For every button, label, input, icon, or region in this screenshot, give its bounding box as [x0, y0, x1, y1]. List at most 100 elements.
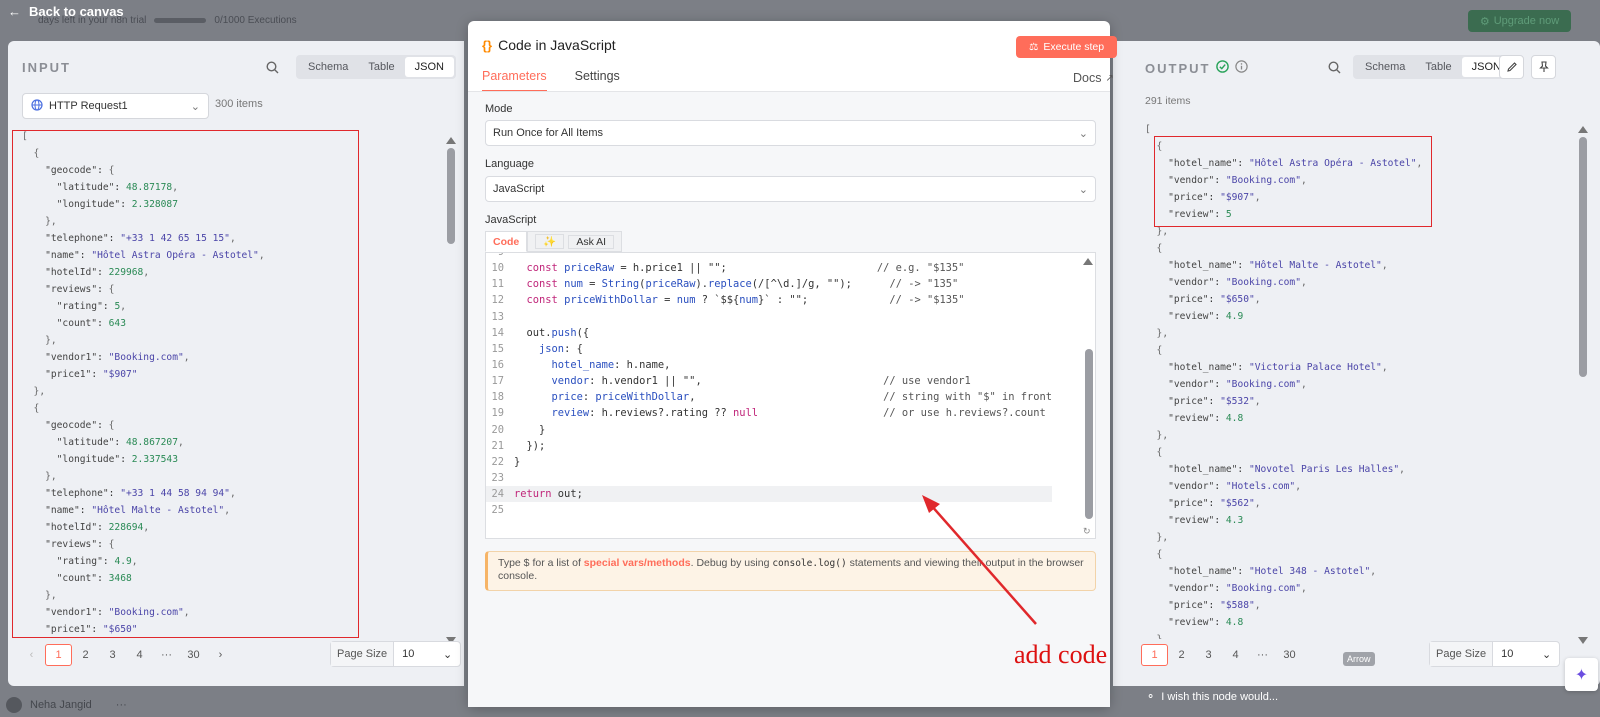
input-page-1[interactable]: 1 — [45, 644, 72, 666]
line-number: 23 — [491, 471, 504, 484]
input-json-line: { — [22, 148, 40, 159]
input-page-4[interactable]: 4 — [126, 644, 153, 666]
mode-label: Mode — [485, 103, 513, 115]
input-page-ellipsis[interactable]: ··· — [153, 644, 180, 666]
scroll-up-arrow[interactable] — [1578, 126, 1588, 133]
input-json-line: "price1": "$907" — [45, 369, 138, 380]
output-view-schema[interactable]: Schema — [1355, 57, 1415, 77]
output-scrollbar[interactable] — [1579, 137, 1587, 627]
output-json-line: "hotel_name": "Hotel 348 - Astotel", — [1168, 566, 1377, 577]
hint-code: console.log() — [772, 558, 847, 569]
pin-output-button[interactable] — [1531, 55, 1556, 79]
gift-icon: ⚙ — [1479, 15, 1490, 28]
page-size-value-wrap: 10 ⌄ — [394, 648, 460, 661]
input-page-2[interactable]: 2 — [72, 644, 99, 666]
code-line[interactable]: 13 — [486, 309, 1052, 325]
upgrade-button[interactable]: ⚙ Upgrade now — [1468, 10, 1571, 32]
feedback-link[interactable]: ⚬ I wish this node would... — [1146, 690, 1278, 704]
input-view-json[interactable]: JSON — [404, 57, 454, 77]
info-icon[interactable] — [1235, 60, 1249, 76]
mode-select[interactable]: Run Once for All Items ⌄ — [485, 120, 1096, 146]
pencil-icon — [1506, 62, 1517, 72]
input-json-line: }, — [22, 386, 46, 397]
code-line[interactable]: 10 const priceRaw = h.price1 || ""; // e… — [486, 260, 1052, 276]
user-menu[interactable]: Neha Jangid ··· — [6, 697, 127, 713]
input-page-3[interactable]: 3 — [99, 644, 126, 666]
code-line[interactable]: 18 price: priceWithDollar, // string wit… — [486, 389, 1052, 405]
input-view-schema[interactable]: Schema — [298, 57, 358, 77]
edit-output-button[interactable] — [1499, 55, 1524, 79]
code-line[interactable]: 15 json: { — [486, 341, 1052, 357]
output-page-1[interactable]: 1 — [1141, 644, 1168, 666]
input-json-line: "price1": "$650" — [45, 624, 138, 635]
language-select[interactable]: JavaScript ⌄ — [485, 176, 1096, 202]
code-tab[interactable]: Code — [485, 231, 528, 252]
special-vars-link[interactable]: special vars/methods — [584, 557, 691, 569]
code-line[interactable]: 12 const priceWithDollar = num ? `$${num… — [486, 292, 1052, 308]
ai-assistant-button[interactable]: ✦ — [1565, 658, 1598, 691]
code-line[interactable]: 16 hotel_name: h.name, — [486, 357, 1052, 373]
code-lines[interactable]: 9 10 const priceRaw = h.price1 || ""; // … — [486, 253, 1053, 518]
scroll-up-arrow[interactable] — [446, 137, 456, 144]
output-json-line: "hotel_name": "Victoria Palace Hotel", — [1168, 362, 1388, 373]
code-editor[interactable]: 9 10 const priceRaw = h.price1 || ""; // … — [485, 252, 1096, 539]
next-page-icon[interactable]: › — [207, 644, 234, 666]
output-page-size[interactable]: Page Size 10 ⌄ — [1429, 641, 1561, 667]
code-line[interactable]: 17 vendor: h.vendor1 || "", // use vendo… — [486, 373, 1052, 389]
input-view-table[interactable]: Table — [358, 57, 404, 77]
input-node-selector[interactable]: HTTP Request1 ⌄ — [22, 93, 209, 119]
editor-scroll-thumb[interactable] — [1085, 349, 1093, 519]
execute-step-button[interactable]: ⚖ Execute step — [1016, 36, 1117, 58]
code-line[interactable]: 21 }); — [486, 438, 1052, 454]
input-json-line: { — [22, 403, 40, 414]
editor-scrollbar[interactable] — [1085, 349, 1093, 519]
output-view-table[interactable]: Table — [1415, 57, 1461, 77]
input-view-toggle: Schema Table JSON — [296, 55, 456, 79]
code-line[interactable]: 9 — [486, 253, 1052, 260]
output-panel-header: OUTPUT — [1145, 60, 1249, 76]
input-json-line: "rating": 5, — [56, 301, 126, 312]
resize-handle-icon[interactable]: ↻ — [1083, 526, 1091, 537]
input-json-line: "telephone": "+33 1 44 58 94 94", — [45, 488, 236, 499]
code-line[interactable]: 25 — [486, 502, 1052, 518]
input-node-name: HTTP Request1 — [49, 100, 128, 112]
search-icon[interactable] — [264, 59, 280, 75]
node-title[interactable]: Code in JavaScript — [498, 37, 616, 53]
output-json-line: }, — [1145, 328, 1169, 339]
code-line[interactable]: 20 } — [486, 422, 1052, 438]
back-to-canvas-button[interactable]: ← Back to canvas — [8, 4, 124, 19]
tab-parameters[interactable]: Parameters — [482, 69, 547, 92]
code-line[interactable]: 24 return out; — [486, 486, 1053, 503]
output-scroll-thumb[interactable] — [1579, 137, 1587, 377]
input-page-30[interactable]: 30 — [180, 644, 207, 666]
output-page-2[interactable]: 2 — [1168, 644, 1195, 666]
output-page-30[interactable]: 30 — [1276, 644, 1303, 666]
code-line[interactable]: 14 out.push({ — [486, 325, 1052, 341]
line-number: 18 — [491, 391, 504, 404]
output-page-3[interactable]: 3 — [1195, 644, 1222, 666]
input-json-line: "hotelId": 229968, — [45, 267, 150, 278]
ask-ai-label: Ask AI — [568, 234, 615, 249]
prev-page-icon[interactable]: ‹ — [18, 644, 45, 666]
input-page-size[interactable]: Page Size 10 ⌄ — [330, 641, 462, 667]
input-scroll-thumb[interactable] — [447, 148, 455, 244]
output-page-4[interactable]: 4 — [1222, 644, 1249, 666]
output-json-view: [ { "hotel_name": "Hôtel Astra Opéra - A… — [1145, 121, 1555, 639]
code-line[interactable]: 19 review: h.reviews?.rating ?? null // … — [486, 405, 1052, 421]
code-line[interactable]: 23 — [486, 470, 1052, 486]
code-line[interactable]: 22} — [486, 454, 1052, 470]
input-scrollbar[interactable] — [447, 148, 455, 628]
scroll-down-arrow[interactable] — [1578, 637, 1588, 644]
editor-scroll-up[interactable] — [1083, 258, 1093, 265]
ask-ai-tab[interactable]: ✨ Ask AI — [527, 231, 623, 252]
search-icon[interactable] — [1326, 59, 1342, 75]
output-page-ellipsis[interactable]: ··· — [1249, 644, 1276, 666]
input-json-line: }, — [22, 471, 57, 482]
docs-link[interactable]: Docs ↗ — [1073, 71, 1114, 85]
page-size-label: Page Size — [331, 642, 395, 666]
executions-text: 0/1000 Executions — [214, 15, 297, 26]
tab-settings[interactable]: Settings — [575, 69, 620, 92]
code-text: json: { — [539, 342, 583, 355]
output-json-line: "review": 4.9 — [1168, 311, 1244, 322]
code-line[interactable]: 11 const num = String(priceRaw).replace(… — [486, 276, 1052, 292]
